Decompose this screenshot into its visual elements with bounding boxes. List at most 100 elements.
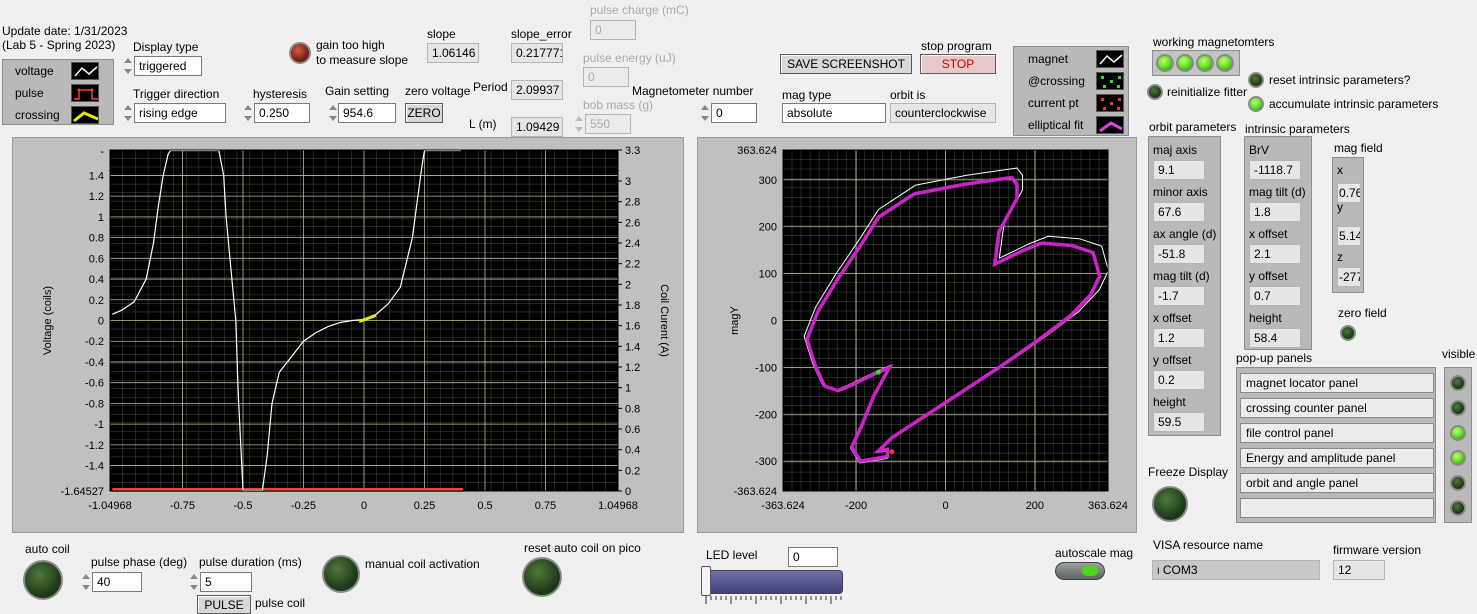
intrinsic-param-value: 58.4 [1249, 328, 1301, 348]
intrinsic-param-label: y offset [1249, 269, 1288, 283]
crossing-marker-swatch[interactable] [1096, 72, 1124, 90]
save-screenshot-button[interactable]: SAVE SCREENSHOT [780, 54, 912, 74]
intrinsic-param-label: x offset [1249, 227, 1288, 241]
orbit-chart[interactable]: -363.624 -200 0 200 363.624 363.624 300 200 100 0… [698, 138, 1138, 534]
length-label: L (m) [469, 117, 497, 131]
visa-resource[interactable]: I COM3 [1152, 560, 1320, 580]
x-tick-label: 200 [1026, 500, 1044, 512]
y-tick-label: -200 [755, 409, 777, 421]
y-tick-label: 0.2 [89, 295, 104, 307]
display-type-select[interactable]: triggered [134, 56, 202, 76]
y-tick-label: -0.6 [85, 378, 104, 390]
mag-led-1 [1176, 54, 1194, 72]
zero-field-button[interactable] [1340, 325, 1356, 341]
autoscale-indicator [1082, 566, 1098, 576]
y2-tick-label: 0.2 [625, 465, 640, 477]
mag-field-y: 5.14063 [1337, 226, 1361, 246]
current-pt-swatch[interactable] [1096, 94, 1124, 112]
led-level-thumb[interactable] [701, 566, 711, 596]
zero-button[interactable]: ZERO [405, 103, 443, 123]
voltage-swatch[interactable] [71, 62, 99, 80]
y-tick-label: -300 [755, 456, 777, 468]
stop-program-label: stop program [921, 39, 992, 53]
hysteresis-stepper[interactable] [243, 103, 253, 123]
reset-intrinsic-label: reset intrinsic parameters? [1269, 73, 1411, 87]
intrinsic-param-value: -1118.7 [1249, 160, 1301, 180]
gain-setting-stepper[interactable] [328, 103, 338, 123]
hysteresis-input[interactable]: 0.250 [254, 103, 310, 123]
popup-panel-item[interactable]: Energy and amplitude panel [1240, 448, 1434, 468]
y2-tick-label: 1.2 [625, 362, 640, 374]
popup-panel-item[interactable] [1240, 498, 1434, 518]
magnet-swatch[interactable] [1096, 50, 1124, 68]
pulse-duration-label: pulse duration (ms) [199, 555, 302, 569]
popup-panel-item[interactable]: file control panel [1240, 423, 1434, 443]
mag-type-select[interactable]: absolute [782, 103, 886, 123]
mag-led-3 [1216, 54, 1234, 72]
popup-visible-led[interactable] [1450, 500, 1466, 516]
pulse-phase-stepper[interactable] [81, 572, 91, 592]
y2-tick-label: 0.4 [625, 445, 640, 457]
orbit-parameters-title: orbit parameters [1149, 120, 1237, 134]
pulse-duration-stepper[interactable] [189, 572, 199, 592]
orbit-param-label: mag tilt (d) [1153, 269, 1210, 283]
voltage-chart[interactable]: -1.04968 -0.75 -0.5 -0.25 0 0.25 0.5 0.75 1.0496… [13, 138, 685, 534]
y2-tick-label: 2.8 [625, 197, 640, 209]
x-tick-label: 0.75 [535, 500, 556, 512]
gain-warning-line2: to measure slope [316, 53, 409, 67]
orbit-param-label: x offset [1153, 311, 1192, 325]
popup-visible-led[interactable] [1450, 425, 1466, 441]
led-level-slider[interactable] [703, 570, 843, 594]
popup-visible-led[interactable] [1450, 450, 1466, 466]
legend-voltage: voltage [15, 64, 54, 78]
reset-intrinsic-button[interactable] [1248, 72, 1264, 88]
magnetometer-number-input[interactable]: 0 [711, 103, 757, 123]
display-type-stepper[interactable] [123, 56, 133, 76]
popup-visible-led[interactable] [1450, 375, 1466, 391]
reinitialize-fitter-button[interactable] [1147, 84, 1163, 100]
orbit-direction: counterclockwise [890, 103, 996, 123]
popup-panel-item[interactable]: magnet locator panel [1240, 373, 1434, 393]
slope-error-value: 0.217771 [511, 43, 563, 63]
accumulate-intrinsic-button[interactable] [1248, 96, 1264, 112]
freeze-display-label: Freeze Display [1148, 465, 1229, 479]
x-tick-label: -0.25 [291, 500, 316, 512]
pulse-swatch[interactable] [71, 84, 99, 102]
trigger-direction-select[interactable]: rising edge [134, 103, 226, 123]
popup-visible-led[interactable] [1450, 475, 1466, 491]
magnetometer-number-stepper[interactable] [700, 103, 710, 123]
y-tick-label: 0.8 [89, 233, 104, 245]
firmware-value: 12 [1333, 560, 1385, 580]
orbit-chart-frame: -363.624 -200 0 200 363.624 363.624 300 200 100 0… [697, 137, 1137, 533]
popup-visible-led[interactable] [1450, 400, 1466, 416]
orbit-param-value: -1.7 [1153, 286, 1205, 306]
x-tick-label: -0.75 [170, 500, 195, 512]
popup-panel-item[interactable]: orbit and angle panel [1240, 473, 1434, 493]
led-level-label: LED level [706, 548, 758, 562]
visa-icon: I [1157, 566, 1160, 576]
popup-panels-title: pop-up panels [1236, 351, 1313, 365]
y2-tick-label: 2 [625, 279, 631, 291]
stop-button[interactable]: STOP [920, 54, 996, 74]
popup-panel-item[interactable]: crossing counter panel [1240, 398, 1434, 418]
pulse-phase-input[interactable]: 40 [92, 572, 142, 592]
current-point [889, 449, 895, 455]
legend-at-crossing: @crossing [1028, 74, 1085, 88]
elliptical-fit-swatch[interactable] [1096, 116, 1124, 134]
crossing-swatch[interactable] [71, 106, 99, 124]
period-label: Period [473, 80, 508, 94]
gain-setting-input[interactable]: 954.6 [338, 103, 396, 123]
reset-auto-coil-button[interactable] [522, 557, 562, 597]
autoscale-toggle[interactable] [1055, 562, 1105, 580]
reset-auto-coil-label: reset auto coil on pico [524, 541, 641, 555]
visa-value: COM3 [1162, 563, 1198, 577]
led-level-input[interactable]: 0 [788, 547, 838, 567]
pulse-button[interactable]: PULSE [197, 595, 251, 614]
bob-mass-stepper[interactable] [574, 114, 584, 134]
pulse-duration-input[interactable]: 5 [200, 572, 252, 592]
freeze-display-button[interactable] [1152, 486, 1188, 522]
bob-mass-input[interactable]: 550 [585, 114, 631, 134]
auto-coil-button[interactable] [23, 560, 63, 600]
trigger-direction-stepper[interactable] [123, 103, 133, 123]
manual-coil-button[interactable] [322, 555, 360, 593]
